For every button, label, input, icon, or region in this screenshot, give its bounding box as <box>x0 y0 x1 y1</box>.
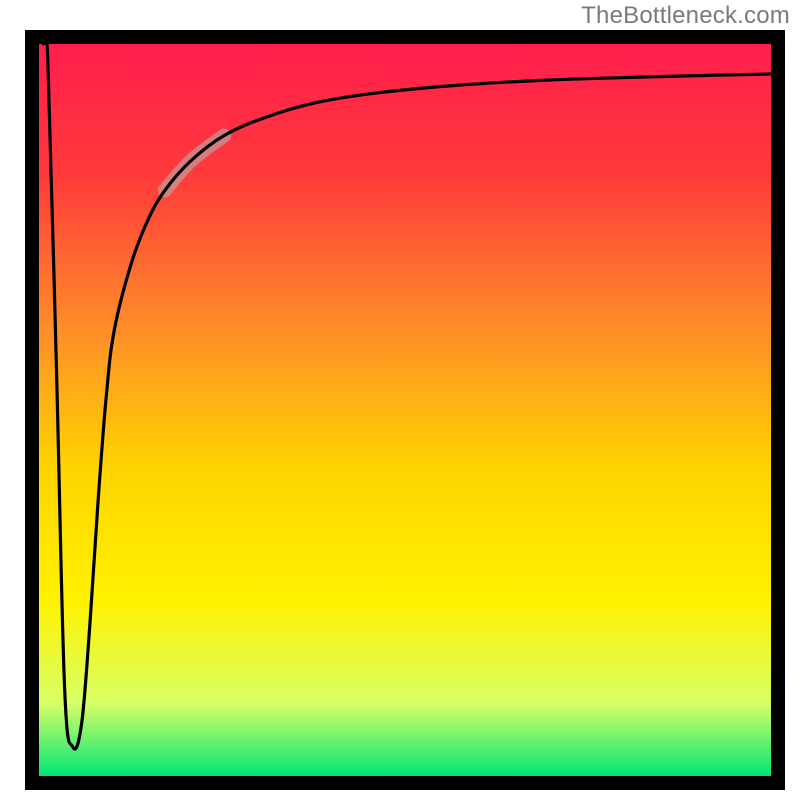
watermark-text: TheBottleneck.com <box>581 2 790 30</box>
chart-stage: TheBottleneck.com <box>0 0 800 800</box>
plot-background-gradient <box>39 44 771 776</box>
